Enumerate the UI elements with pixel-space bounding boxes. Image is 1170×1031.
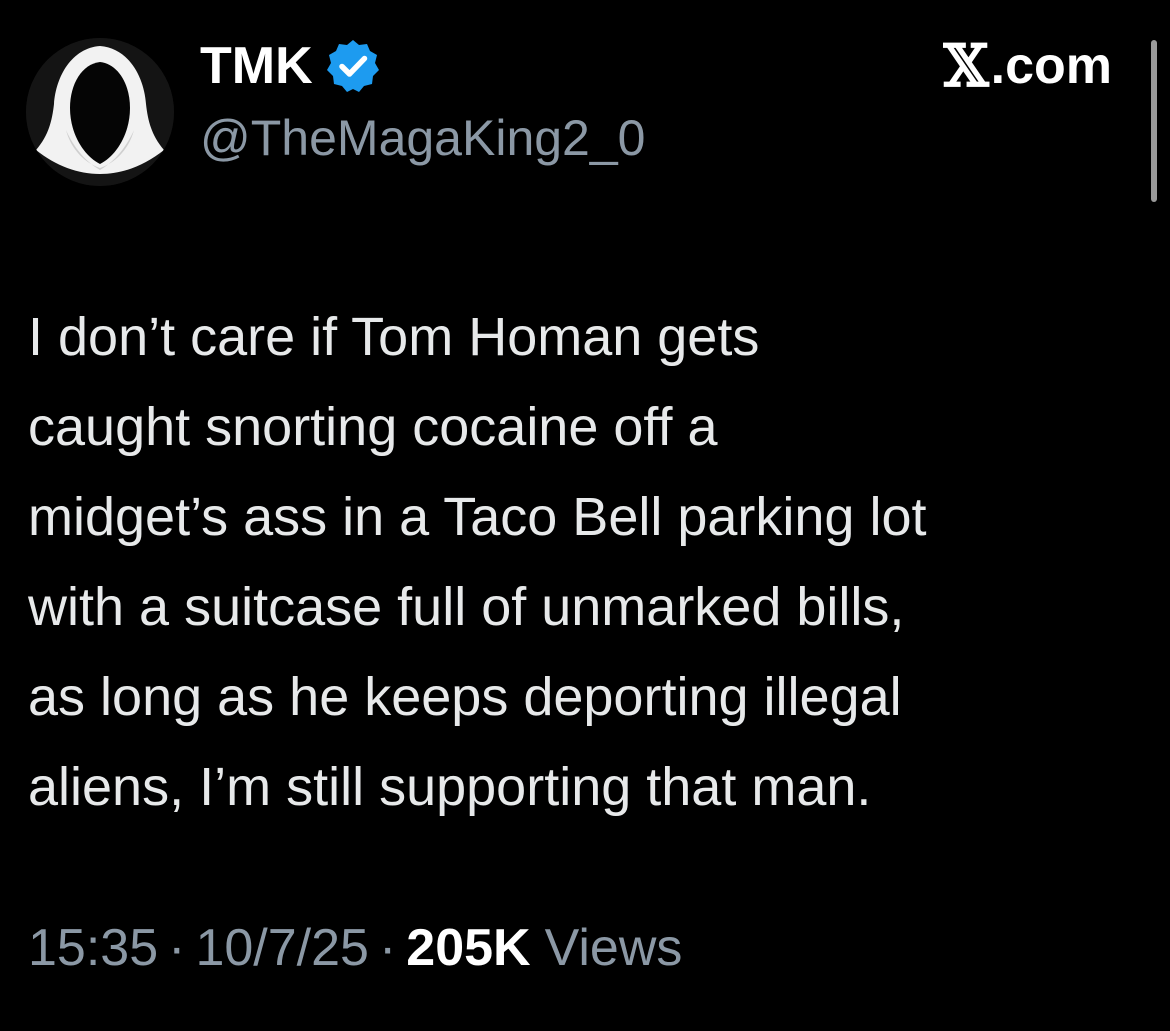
author-handle[interactable]: @TheMagaKing2_0 [200,106,645,170]
hooded-figure-icon [26,38,174,186]
brand-domain: .com [990,37,1112,95]
avatar[interactable] [26,38,174,186]
tweet-text: I don’t care if Tom Homan gets caught sn… [28,307,927,817]
tweet-card: TMK @TheMagaKing2_0 𝕏 .com I don’t care … [0,0,1170,1031]
meta-separator: · [378,919,397,977]
tweet-date[interactable]: 10/7/25 [195,912,369,984]
display-name[interactable]: TMK [200,34,313,98]
x-brand-logo: 𝕏 .com [944,34,1112,98]
meta-separator: · [168,919,186,977]
author-name-row: TMK [200,34,381,98]
tweet-time[interactable]: 15:35 [28,912,158,984]
verified-badge-icon [325,38,381,94]
x-logo-icon: 𝕏 [943,32,989,100]
tweet-meta: 15:35 · 10/7/25 · 205K Views [28,912,682,984]
views-label: Views [544,919,683,977]
scrollbar[interactable] [1151,40,1157,202]
views-count: 205K [406,919,531,977]
